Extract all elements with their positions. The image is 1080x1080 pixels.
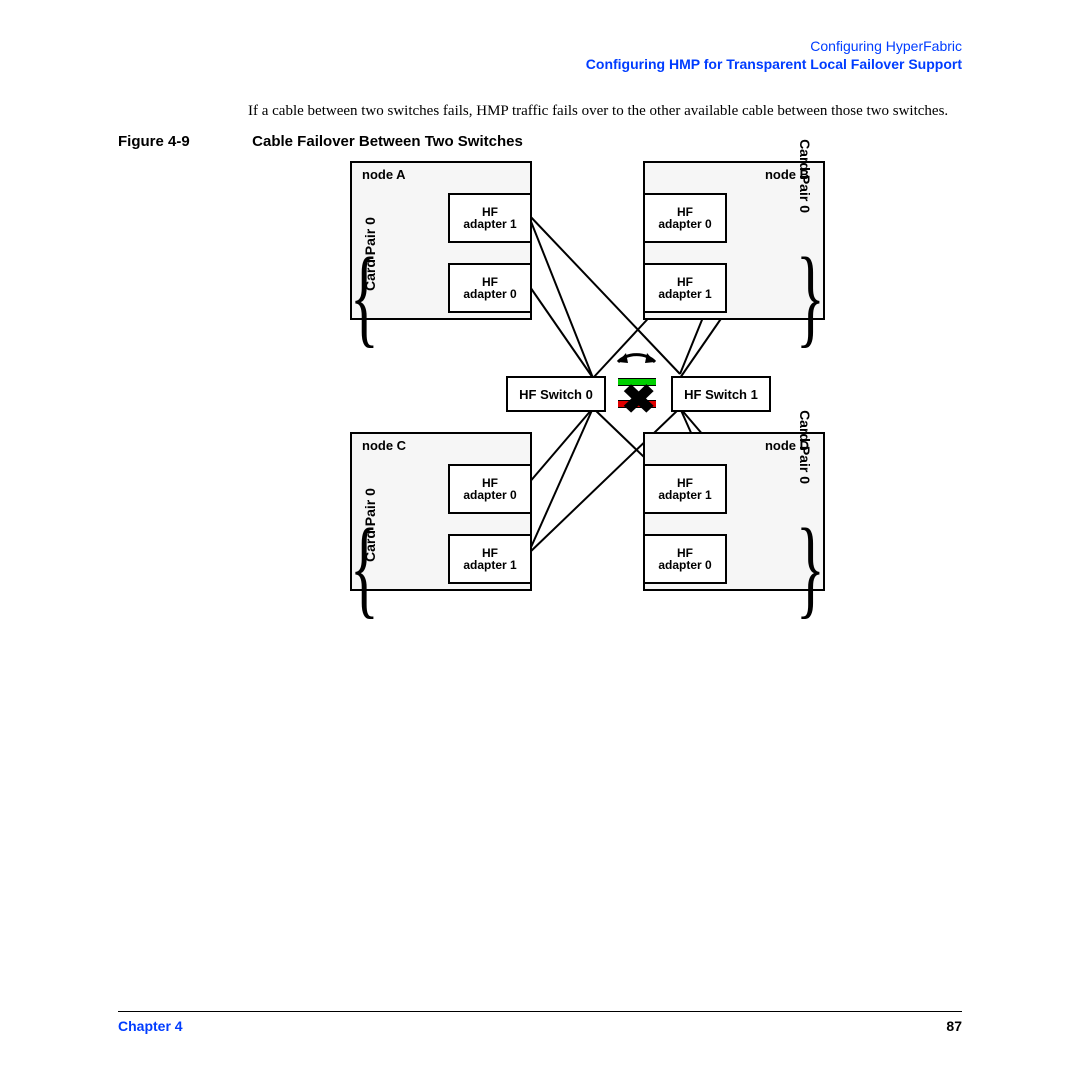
node-d: node D HF adapter 1 HF adapter 0 } Card … <box>643 432 825 591</box>
node-a-card-pair: Card Pair 0 <box>362 217 378 291</box>
node-a-title: node A <box>352 163 530 184</box>
fail-x-icon: ✖ <box>621 377 656 423</box>
node-b-adapter-bot: HF adapter 1 <box>643 263 727 313</box>
header-light: Configuring HyperFabric <box>118 38 962 56</box>
node-d-adapter-bot: HF adapter 0 <box>643 534 727 584</box>
node-c-card-pair: Card Pair 0 <box>362 488 378 562</box>
hf-switch-1: HF Switch 1 <box>671 376 771 412</box>
node-c-title: node C <box>352 434 530 455</box>
header-bold: Configuring HMP for Transparent Local Fa… <box>118 56 962 74</box>
node-c-adapter-top: HF adapter 0 <box>448 464 532 514</box>
hf-switch-0: HF Switch 0 <box>506 376 606 412</box>
brace-icon: } <box>796 534 825 600</box>
node-b-adapter-top: HF adapter 0 <box>643 193 727 243</box>
node-d-card-pair: Card Pair 0 <box>797 410 813 484</box>
intro-text: If a cable between two switches fails, H… <box>248 101 962 121</box>
footer: Chapter 4 87 <box>118 1011 962 1034</box>
figure-caption: Cable Failover Between Two Switches <box>252 133 523 150</box>
node-a-adapter-bot: HF adapter 0 <box>448 263 532 313</box>
figure-line: Figure 4-9 Cable Failover Between Two Sw… <box>118 133 962 150</box>
figure-label: Figure 4-9 <box>118 133 248 150</box>
footer-chapter: Chapter 4 <box>118 1018 183 1034</box>
node-a: node A HF adapter 1 HF adapter 0 { Card … <box>350 161 532 320</box>
diagram: node A HF adapter 1 HF adapter 0 { Card … <box>118 156 962 636</box>
node-b-card-pair: Card Pair 0 <box>797 139 813 213</box>
brace-icon: } <box>796 263 825 329</box>
node-a-adapter-top: HF adapter 1 <box>448 193 532 243</box>
node-c: node C HF adapter 0 HF adapter 1 { Card … <box>350 432 532 591</box>
node-b: node B HF adapter 0 HF adapter 1 } Card … <box>643 161 825 320</box>
node-d-adapter-top: HF adapter 1 <box>643 464 727 514</box>
node-c-adapter-bot: HF adapter 1 <box>448 534 532 584</box>
footer-page: 87 <box>946 1018 962 1034</box>
